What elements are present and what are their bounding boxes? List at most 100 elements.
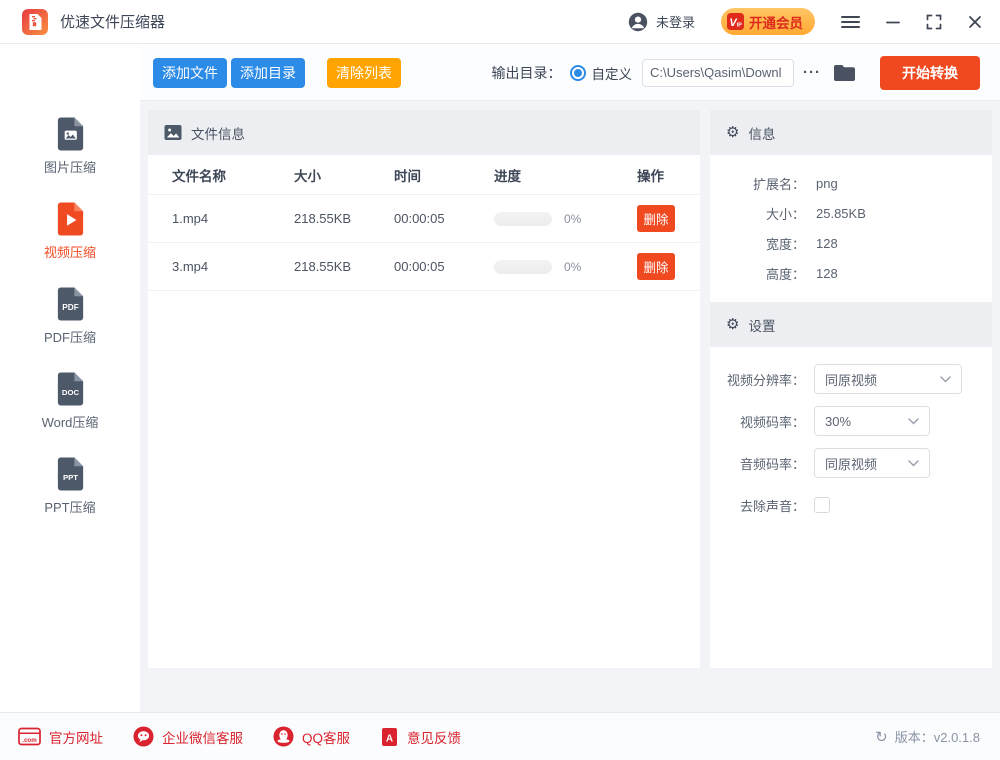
browse-more-button[interactable]: ··· <box>803 64 821 81</box>
right-panel: ⚙ 信息 扩展名： png 大小： 25.85KB 宽度： <box>710 110 992 668</box>
col-action: 操作 <box>637 165 700 185</box>
table-header: 文件名称 大小 时间 进度 操作 <box>148 155 700 195</box>
sidebar-item-ppt-compress[interactable]: PPT PPT压缩 <box>0 455 140 540</box>
sidebar-item-video-compress[interactable]: 视频压缩 <box>0 200 140 285</box>
video-bitrate-select[interactable]: 30% <box>814 406 930 436</box>
sidebar-item-label: 视频压缩 <box>44 242 96 261</box>
login-button[interactable]: 未登录 <box>628 12 695 32</box>
close-button[interactable] <box>968 15 982 29</box>
col-time: 时间 <box>394 165 494 185</box>
ppt-file-icon: PPT <box>53 455 88 491</box>
user-icon <box>628 12 648 32</box>
sidebar: 图片压缩 视频压缩 PDF PDF压缩 <box>0 45 140 712</box>
custom-output-label: 自定义 <box>592 63 633 83</box>
close-icon <box>968 15 982 29</box>
settings-header: ⚙ 设置 <box>710 302 992 347</box>
custom-output-radio[interactable] <box>570 65 586 81</box>
settings-list: 视频分辨率： 同原视频 视频码率： 30% <box>710 347 992 526</box>
info-row: 宽度： 128 <box>710 228 992 258</box>
mute-checkbox[interactable] <box>814 497 830 513</box>
gear-icon: ⚙ <box>726 317 739 332</box>
feedback-link[interactable]: A 意见反馈 <box>380 727 461 747</box>
info-list: 扩展名： png 大小： 25.85KB 宽度： 128 高度： <box>710 155 992 288</box>
info-label: 高度： <box>710 264 805 283</box>
minimize-button[interactable] <box>886 15 900 29</box>
picture-icon <box>164 124 182 141</box>
sidebar-item-word-compress[interactable]: DOC Word压缩 <box>0 370 140 455</box>
chevron-down-icon <box>940 376 951 383</box>
chevron-down-icon <box>908 460 919 467</box>
sidebar-item-label: Word压缩 <box>42 412 99 431</box>
delete-button[interactable]: 删除 <box>637 253 675 280</box>
hamburger-icon <box>841 15 860 29</box>
table-row: 1.mp4 218.55KB 00:00:05 0% 删除 <box>148 195 700 243</box>
progress-cell: 0% <box>494 260 637 274</box>
add-file-button[interactable]: 添加文件 <box>153 58 227 88</box>
sidebar-item-label: 图片压缩 <box>44 157 96 176</box>
progress-cell: 0% <box>494 212 637 226</box>
update-refresh-icon: ↻ <box>875 728 888 746</box>
info-label: 大小： <box>710 204 805 223</box>
maximize-button[interactable] <box>926 14 942 30</box>
svg-text:IP: IP <box>737 23 743 29</box>
output-path-input[interactable] <box>642 59 794 87</box>
progress-percent: 0% <box>564 212 581 226</box>
file-info-panel: 文件信息 文件名称 大小 时间 进度 操作 1.mp4 218.55KB 00:… <box>148 110 700 668</box>
footer-link-label: 官方网址 <box>49 727 103 747</box>
wechat-service-link[interactable]: 企业微信客服 <box>133 726 243 747</box>
toolbar: 添加文件 添加目录 清除列表 输出目录： 自定义 ··· 开始转换 <box>140 45 1000 101</box>
sidebar-item-label: PPT压缩 <box>44 497 95 516</box>
delete-button[interactable]: 删除 <box>637 205 675 232</box>
clear-list-button[interactable]: 清除列表 <box>327 58 401 88</box>
info-label: 扩展名： <box>710 174 805 193</box>
info-row: 大小： 25.85KB <box>710 198 992 228</box>
col-size: 大小 <box>294 165 394 185</box>
chevron-down-icon <box>908 418 919 425</box>
file-name: 1.mp4 <box>172 211 294 226</box>
add-folder-button[interactable]: 添加目录 <box>231 58 305 88</box>
progress-percent: 0% <box>564 260 581 274</box>
file-time: 00:00:05 <box>394 259 494 274</box>
progress-bar <box>494 260 552 274</box>
content-area: 添加文件 添加目录 清除列表 输出目录： 自定义 ··· 开始转换 <box>140 45 1000 712</box>
audio-bitrate-select[interactable]: 同原视频 <box>814 448 930 478</box>
start-convert-button[interactable]: 开始转换 <box>880 56 980 90</box>
file-info-title: 文件信息 <box>191 123 245 143</box>
version-text: 版本：v2.0.1.8 <box>895 727 980 746</box>
info-value: 128 <box>816 236 838 251</box>
menu-button[interactable] <box>841 15 860 29</box>
panels: 文件信息 文件名称 大小 时间 进度 操作 1.mp4 218.55KB 00:… <box>148 110 992 668</box>
official-website-link[interactable]: .com 官方网址 <box>18 727 103 747</box>
file-size: 218.55KB <box>294 211 394 226</box>
main-area: 图片压缩 视频压缩 PDF PDF压缩 <box>0 45 1000 712</box>
settings-title: 设置 <box>748 315 775 335</box>
info-label: 宽度： <box>710 234 805 253</box>
settings-row: 音频码率： 同原视频 <box>710 442 992 484</box>
open-folder-button[interactable] <box>833 64 856 82</box>
file-name: 3.mp4 <box>172 259 294 274</box>
wechat-icon <box>133 726 154 747</box>
sidebar-item-image-compress[interactable]: 图片压缩 <box>0 115 140 200</box>
audio-bitrate-label: 音频码率： <box>710 454 805 473</box>
svg-text:DOC: DOC <box>61 388 79 397</box>
footer-link-label: 意见反馈 <box>407 727 461 747</box>
info-title: 信息 <box>748 123 775 143</box>
doc-file-icon: DOC <box>53 370 88 406</box>
login-status: 未登录 <box>656 12 695 31</box>
qq-icon <box>273 726 294 747</box>
vip-label: 开通会员 <box>749 12 803 32</box>
video-bitrate-label: 视频码率： <box>710 412 805 431</box>
settings-row: 去除声音： <box>710 484 992 526</box>
sidebar-item-pdf-compress[interactable]: PDF PDF压缩 <box>0 285 140 370</box>
resolution-select[interactable]: 同原视频 <box>814 364 962 394</box>
svg-text:.com: .com <box>22 737 37 744</box>
app-title: 优速文件压缩器 <box>60 11 165 32</box>
vip-upgrade-button[interactable]: V IP 开通会员 <box>721 8 815 35</box>
file-time: 00:00:05 <box>394 211 494 226</box>
footer-link-label: QQ客服 <box>302 727 350 747</box>
vip-badge-icon: V IP <box>727 13 744 30</box>
footer-link-label: 企业微信客服 <box>162 727 243 747</box>
feedback-icon: A <box>380 727 399 747</box>
maximize-icon <box>926 14 942 30</box>
qq-service-link[interactable]: QQ客服 <box>273 726 350 747</box>
